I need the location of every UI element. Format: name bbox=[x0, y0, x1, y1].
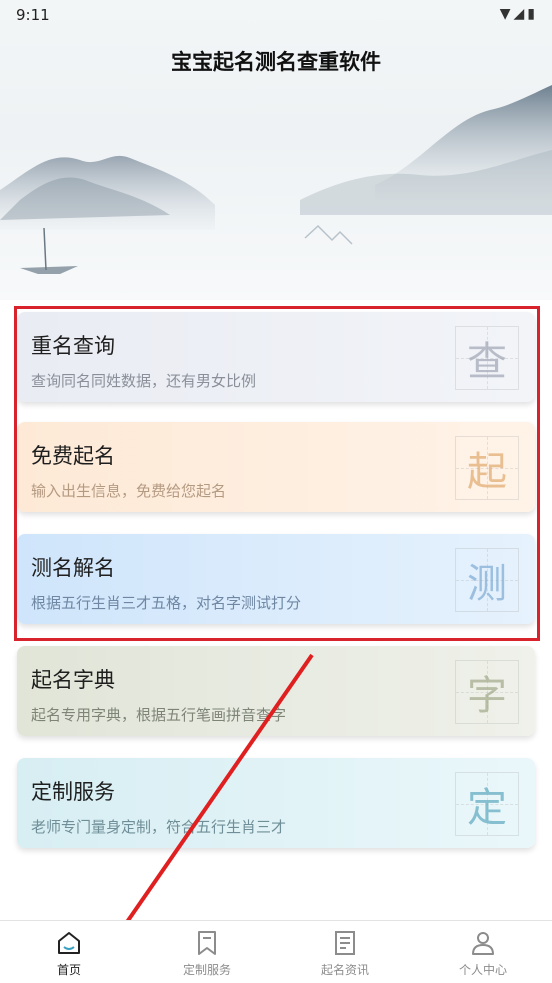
card-description: 输入出生信息，免费给您起名 bbox=[31, 482, 227, 500]
card-title: 测名解名 bbox=[31, 556, 115, 580]
news-icon bbox=[335, 931, 355, 955]
nav-profile[interactable]: 个人中心 bbox=[414, 921, 552, 983]
card-description: 起名专用字典，根据五行笔画拼音查字 bbox=[31, 706, 287, 724]
card-glyph: 字 bbox=[455, 660, 519, 724]
nav-naming-news[interactable]: 起名资讯 bbox=[276, 921, 414, 983]
card-title: 定制服务 bbox=[31, 780, 115, 804]
nav-custom-service[interactable]: 定制服务 bbox=[138, 921, 276, 983]
status-bar: 9:11 ▼◢▮ bbox=[0, 0, 552, 32]
page-title: 宝宝起名测名查重软件 bbox=[171, 50, 381, 74]
ink-landscape-illustration bbox=[0, 85, 552, 274]
status-time: 9:11 bbox=[16, 6, 50, 24]
wifi-icon: ▼ bbox=[499, 6, 514, 22]
home-icon bbox=[58, 932, 80, 954]
nav-label: 个人中心 bbox=[458, 963, 507, 977]
card-title: 重名查询 bbox=[31, 334, 115, 358]
card-description: 老师专门量身定制，符合五行生肖三才 bbox=[31, 818, 287, 836]
card-glyph: 定 bbox=[455, 772, 519, 836]
nav-label: 定制服务 bbox=[182, 963, 231, 977]
card-naming-dictionary[interactable]: 起名字典 起名专用字典，根据五行笔画拼音查字 字 bbox=[17, 646, 535, 736]
nav-label: 首页 bbox=[56, 963, 81, 977]
signal-icon: ◢ bbox=[513, 6, 528, 22]
bottom-nav: 首页 定制服务 起名资讯 个人中心 bbox=[0, 920, 552, 983]
card-glyph: 查 bbox=[455, 326, 519, 390]
battery-icon: ▮ bbox=[527, 6, 538, 22]
card-free-naming[interactable]: 免费起名 输入出生信息，免费给您起名 起 bbox=[17, 422, 535, 512]
bookmark-icon bbox=[198, 931, 216, 955]
card-glyph: 起 bbox=[455, 436, 519, 500]
card-custom-service[interactable]: 定制服务 老师专门量身定制，符合五行生肖三才 定 bbox=[17, 758, 535, 848]
card-description: 根据五行生肖三才五格，对名字测试打分 bbox=[31, 594, 302, 612]
nav-home[interactable]: 首页 bbox=[0, 921, 138, 983]
card-name-test[interactable]: 测名解名 根据五行生肖三才五格，对名字测试打分 测 bbox=[17, 534, 535, 624]
header-landscape bbox=[0, 0, 552, 300]
card-glyph: 测 bbox=[455, 548, 519, 612]
status-icons: ▼◢▮ bbox=[500, 6, 538, 22]
card-title: 起名字典 bbox=[31, 668, 115, 692]
nav-label: 起名资讯 bbox=[320, 963, 369, 977]
card-duplicate-name-query[interactable]: 重名查询 查询同名同姓数据，还有男女比例 查 bbox=[17, 312, 535, 402]
card-title: 免费起名 bbox=[31, 444, 115, 468]
user-icon bbox=[472, 932, 494, 955]
card-description: 查询同名同姓数据，还有男女比例 bbox=[31, 372, 257, 390]
